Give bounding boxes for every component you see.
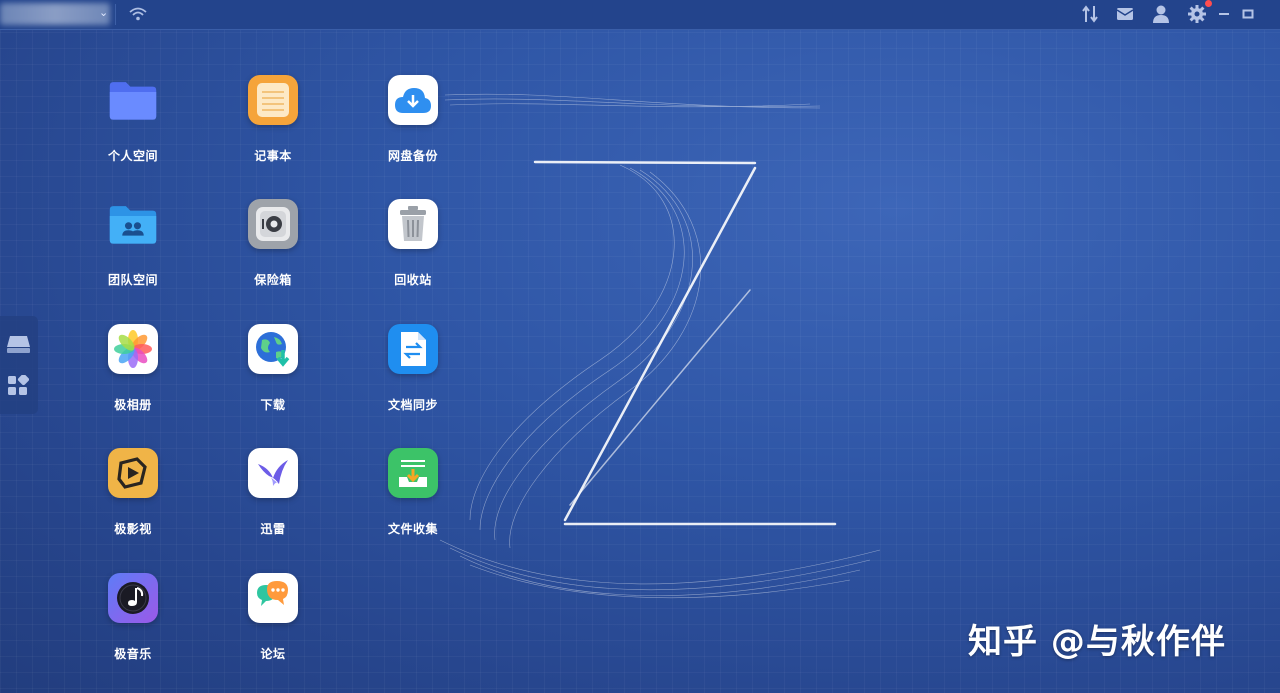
app-label: 文档同步 [387,398,438,412]
app-recycle-bin[interactable]: 回收站 [358,199,468,288]
personal-folder-icon [108,75,158,125]
minimize-icon[interactable] [1218,8,1230,20]
music-icon [108,573,158,623]
app-label: 迅雷 [260,522,286,536]
trash-icon [388,199,438,249]
app-label: 网盘备份 [387,149,438,163]
wifi-icon[interactable] [128,5,148,23]
app-safe[interactable]: 保险箱 [218,199,328,288]
maximize-icon[interactable] [1242,8,1254,20]
app-label: 个人空间 [107,149,158,163]
mail-icon[interactable] [1116,6,1134,22]
device-dropdown-caret[interactable]: ⌄ [99,6,108,19]
app-label: 论坛 [260,647,286,661]
file-collect-icon [388,448,438,498]
forum-icon [248,573,298,623]
app-team-space[interactable]: 团队空间 [78,199,188,288]
app-photos[interactable]: 极相册 [78,324,188,413]
notepad-icon [248,75,298,125]
app-cloud-backup[interactable]: 网盘备份 [358,75,468,164]
app-music[interactable]: 极音乐 [78,573,188,662]
cloud-backup-icon [388,75,438,125]
app-personal-space[interactable]: 个人空间 [78,75,188,164]
topbar-divider [115,4,116,25]
app-doc-sync[interactable]: 文档同步 [358,324,468,413]
app-file-collect[interactable]: 文件收集 [358,448,468,537]
user-icon[interactable] [1152,4,1170,24]
app-forum[interactable]: 论坛 [218,573,328,662]
app-label: 回收站 [394,273,432,287]
xunlei-icon [248,448,298,498]
side-dock [0,316,38,414]
photos-icon [108,324,158,374]
app-label: 文件收集 [387,522,438,536]
app-label: 极音乐 [114,647,152,661]
app-label: 极相册 [114,398,152,412]
doc-sync-icon [388,324,438,374]
z-wallpaper [439,93,881,599]
top-bar: ⌄ [0,0,1280,30]
apps-grid-icon[interactable] [7,375,29,397]
app-video[interactable]: 极影视 [78,448,188,537]
video-icon [108,448,158,498]
safe-icon [248,199,298,249]
app-label: 极影视 [114,522,152,536]
device-name[interactable] [0,3,110,25]
app-notepad[interactable]: 记事本 [218,75,328,164]
app-download[interactable]: 下载 [218,324,328,413]
app-label: 记事本 [254,149,292,163]
team-folder-icon [108,199,158,249]
watermark: 知乎 @与秋作伴 [968,622,1226,662]
download-globe-icon [248,324,298,374]
settings-icon[interactable] [1187,4,1207,24]
storage-icon[interactable] [6,334,31,354]
transfer-icon[interactable] [1081,4,1099,24]
app-label: 下载 [260,398,286,412]
notification-badge [1205,0,1212,7]
app-label: 保险箱 [254,273,292,287]
app-xunlei[interactable]: 迅雷 [218,448,328,537]
app-label: 团队空间 [107,273,158,287]
